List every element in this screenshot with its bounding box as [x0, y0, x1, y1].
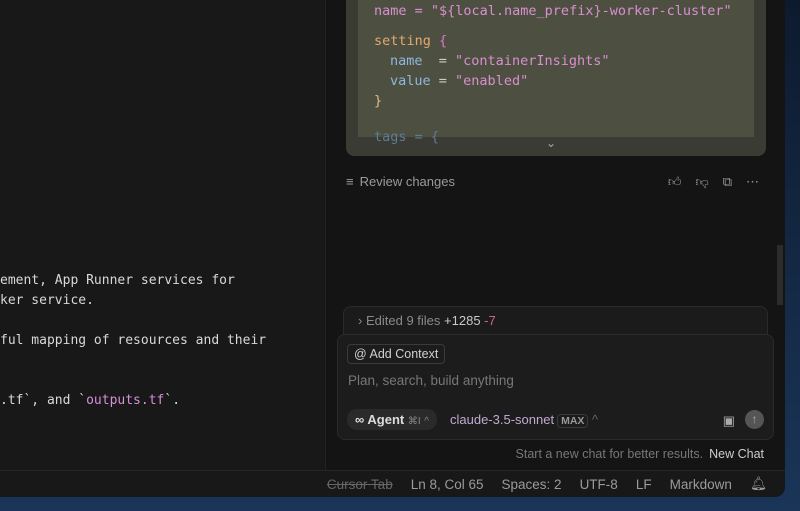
chevron-down-icon[interactable]: ⌄ [546, 136, 556, 150]
t: "enabled" [455, 73, 529, 89]
chat-input-box: @ Add Context Plan, search, build anythi… [337, 334, 774, 440]
label: Agent [367, 412, 405, 427]
hint-text: Start a new chat for better results. [515, 447, 704, 461]
indentation[interactable]: Spaces: 2 [502, 477, 562, 492]
code-line: name = "containerInsights" [390, 53, 609, 69]
line-ending[interactable]: LF [636, 477, 652, 492]
code-line: setting { [374, 33, 447, 49]
chat-input[interactable]: Plan, search, build anything [348, 373, 514, 388]
text: .tf`, and ` [0, 393, 87, 408]
arrow-up-icon: ↑ [751, 412, 758, 426]
code-line: tags = { [374, 129, 440, 145]
app-window: ement, App Runner services for ker servi… [0, 0, 785, 497]
inline-code: outputs.tf [86, 393, 165, 408]
t: { [439, 33, 448, 49]
language-mode[interactable]: Markdown [670, 477, 732, 492]
model-name: claude-3.5-sonnet [450, 412, 555, 427]
t: value [390, 73, 431, 89]
image-icon[interactable]: ▣ [723, 413, 735, 429]
more-icon[interactable]: ⋯ [746, 174, 759, 190]
scrollbar[interactable] [777, 245, 783, 305]
t: name [390, 53, 423, 69]
chevron-right-icon: › [358, 313, 363, 328]
cursor-tab-status[interactable]: Cursor Tab [327, 477, 393, 492]
encoding[interactable]: UTF-8 [580, 477, 618, 492]
code-line: value = "enabled" [390, 73, 528, 89]
chevron-up-icon: ^ [592, 412, 599, 427]
thumbs-up-icon[interactable]: 👍︎ [668, 174, 682, 190]
model-selector[interactable]: claude-3.5-sonnet MAX ^ [450, 412, 599, 428]
shortcut: ⌘I [407, 416, 421, 427]
agent-mode-selector[interactable]: ∞ Agent ⌘I ^ [347, 409, 437, 430]
max-badge: MAX [557, 414, 589, 428]
code-line: name = "${local.name_prefix}-worker-clus… [374, 3, 732, 19]
t: setting [374, 33, 431, 49]
bell-icon[interactable]: 🔔︎ [750, 476, 767, 492]
copy-icon[interactable]: ⧉ [723, 174, 732, 190]
add-context-button[interactable]: @ Add Context [347, 344, 446, 364]
status-bar: Cursor Tab Ln 8, Col 65 Spaces: 2 UTF-8 … [0, 470, 785, 497]
new-chat-button[interactable]: New Chat [709, 447, 764, 461]
t: "containerInsights" [455, 53, 610, 69]
list-icon: ≡ [346, 174, 354, 189]
chevron-up-icon: ^ [424, 416, 429, 427]
send-button[interactable]: ↑ [745, 410, 764, 429]
code-block: name = "${local.name_prefix}-worker-clus… [346, 0, 766, 156]
lines-removed: -7 [484, 313, 496, 328]
label: Add Context [369, 347, 439, 361]
code-line: } [374, 93, 383, 109]
new-chat-hint: Start a new chat for better results. New … [516, 447, 764, 461]
editor-line: ker service. [0, 293, 94, 308]
chat-panel: name = "${local.name_prefix}-worker-clus… [325, 0, 785, 470]
cursor-position[interactable]: Ln 8, Col 65 [411, 477, 484, 492]
edited-label: Edited 9 files [365, 313, 441, 328]
thumbs-down-icon[interactable]: 👎︎ [696, 174, 709, 190]
text: `. [164, 393, 181, 408]
t: = [430, 73, 447, 89]
lines-added: +1285 [444, 313, 481, 328]
editor-line: ement, App Runner services for [0, 273, 235, 288]
editor-line: .tf`, and `outputs.tf`. [0, 393, 180, 408]
editor[interactable]: ement, App Runner services for ker servi… [0, 0, 325, 470]
review-changes-button[interactable]: ≡ Review changes [346, 174, 455, 189]
review-label: Review changes [359, 174, 455, 189]
editor-line: ful mapping of resources and their [0, 333, 267, 348]
at-icon: @ [354, 347, 367, 361]
infinity-icon: ∞ [355, 412, 365, 427]
t: = [422, 53, 447, 69]
